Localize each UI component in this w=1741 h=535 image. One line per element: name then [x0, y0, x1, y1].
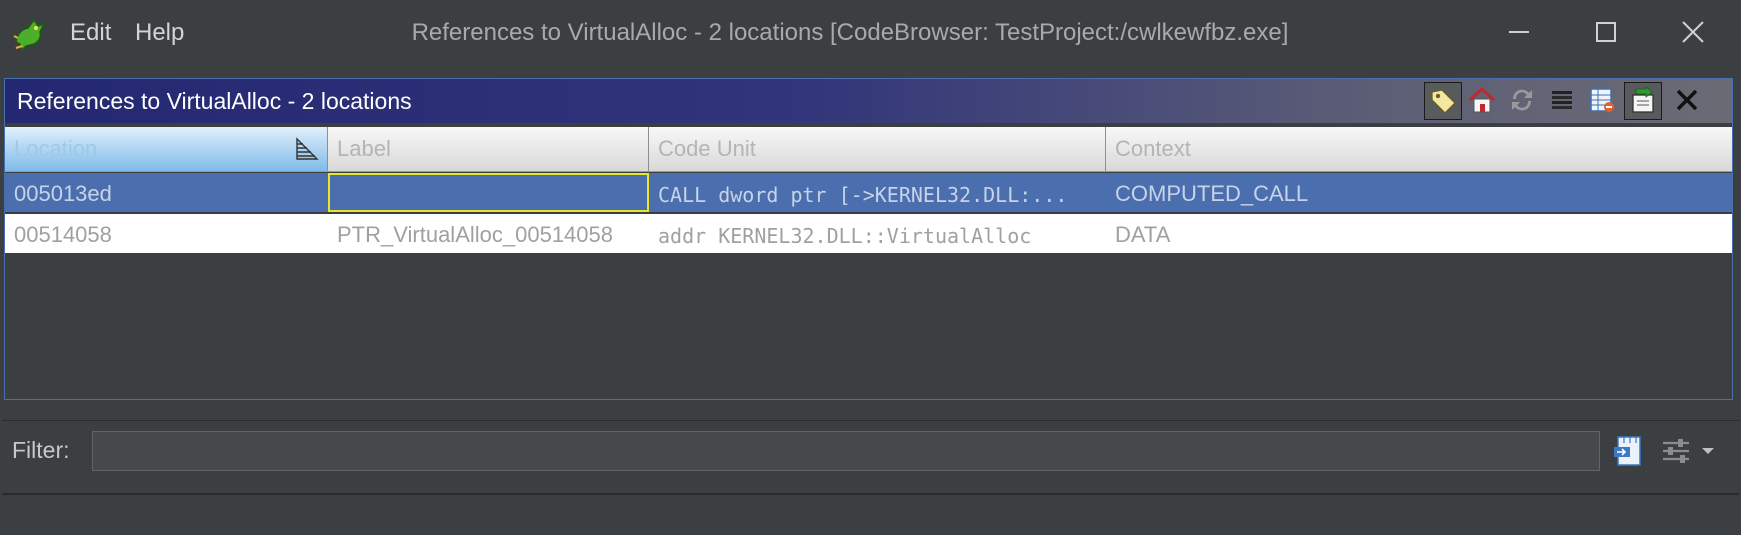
maximize-icon [1596, 22, 1616, 42]
table-row[interactable]: 00514058 PTR_VirtualAlloc_00514058 addr … [5, 214, 1732, 253]
list-icon [1552, 91, 1572, 109]
chevron-down-icon [1702, 448, 1714, 454]
cell-context[interactable]: COMPUTED_CALL [1106, 173, 1734, 212]
minimize-button[interactable] [1497, 14, 1541, 54]
close-panel-button[interactable] [1669, 82, 1707, 120]
minimize-icon [1509, 31, 1529, 33]
settings-sliders-icon [1663, 439, 1689, 463]
table-delete-icon [1590, 88, 1614, 112]
close-icon [1682, 21, 1704, 43]
window-title: References to VirtualAlloc - 2 locations… [411, 19, 1289, 46]
filter-dropdown-button[interactable] [1696, 433, 1720, 469]
menu-help[interactable]: Help [135, 19, 184, 47]
cell-location[interactable]: 005013ed [5, 173, 328, 212]
cell-label[interactable] [328, 173, 649, 212]
panel-header: References to VirtualAlloc - 2 locations [5, 79, 1732, 123]
refresh-icon [1512, 89, 1532, 111]
column-header-location[interactable]: Location [5, 127, 328, 171]
delete-table-rows-button[interactable] [1584, 82, 1622, 120]
menu-edit[interactable]: Edit [70, 19, 111, 47]
cell-code-unit[interactable]: CALL dword ptr [->KERNEL32.DLL:... [649, 173, 1106, 212]
ghidra-dragon-icon [13, 18, 46, 52]
panel-title: References to VirtualAlloc - 2 locations [17, 88, 412, 114]
show-list-button[interactable] [1544, 82, 1582, 120]
filter-input[interactable] [92, 431, 1600, 471]
window-title-bar: Edit Help References to VirtualAlloc - 2… [0, 0, 1741, 70]
column-header-label[interactable]: Label [328, 127, 649, 171]
maximize-button[interactable] [1583, 14, 1627, 54]
column-header-label: Location [14, 136, 98, 161]
close-window-button[interactable] [1671, 14, 1715, 54]
tag-icon [1431, 89, 1456, 114]
make-selection-icon [1632, 86, 1654, 113]
filter-settings-button[interactable] [1658, 433, 1694, 469]
cell-location[interactable]: 00514058 [5, 214, 328, 253]
column-header-text: Context [1115, 136, 1191, 161]
make-selection-button[interactable] [1624, 82, 1662, 120]
column-header-code-unit[interactable]: Code Unit [649, 127, 1106, 171]
go-home-button[interactable] [1464, 82, 1502, 120]
refresh-button[interactable] [1504, 82, 1542, 120]
column-header-text: Code Unit [658, 136, 756, 161]
filter-bar: Filter: [2, 420, 1739, 477]
references-panel: References to VirtualAlloc - 2 locations [4, 78, 1733, 400]
filter-label: Filter: [12, 437, 70, 463]
table-header: Location Label Code Unit Context [5, 127, 1732, 172]
sort-ascending-icon [296, 137, 319, 160]
cell-context[interactable]: DATA [1106, 214, 1734, 253]
home-icon [1468, 86, 1496, 113]
column-header-context[interactable]: Context [1106, 127, 1734, 171]
cell-label[interactable]: PTR_VirtualAlloc_00514058 [328, 214, 649, 253]
close-icon [1676, 89, 1698, 111]
filter-options-icon [1614, 436, 1641, 466]
show-labels-button[interactable] [1424, 82, 1462, 120]
status-bar [2, 493, 1739, 535]
column-header-text: Label [337, 136, 391, 161]
table-row[interactable]: 005013ed CALL dword ptr [->KERNEL32.DLL:… [5, 173, 1732, 212]
filter-options-button[interactable] [1610, 433, 1646, 469]
cell-code-unit[interactable]: addr KERNEL32.DLL::VirtualAlloc [649, 214, 1106, 253]
